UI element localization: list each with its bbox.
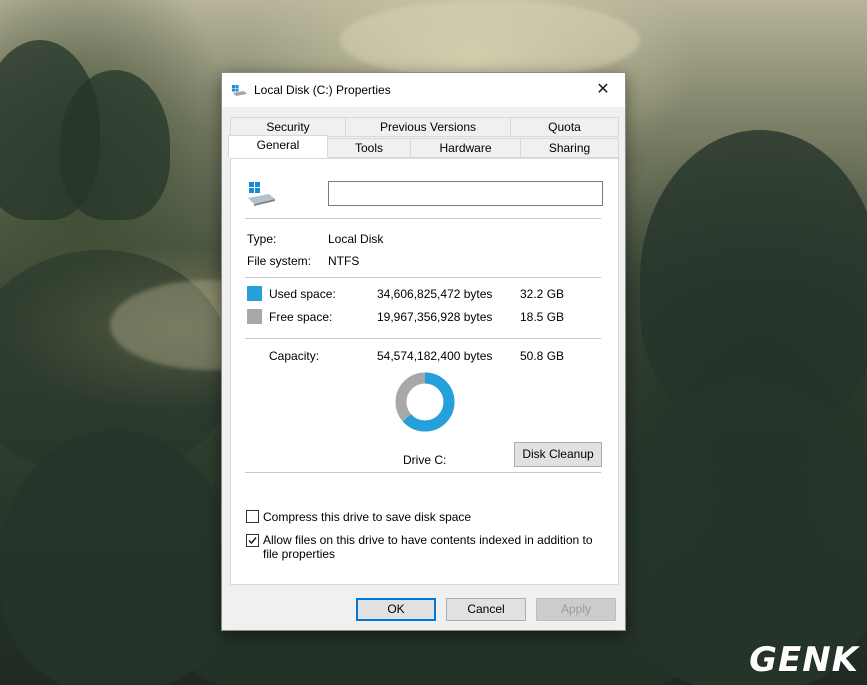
capacity-size: 50.8 GB <box>520 349 565 363</box>
tab-label: Tools <box>354 141 383 155</box>
close-button[interactable]: ✕ <box>581 73 625 107</box>
volume-label-input[interactable] <box>328 181 603 206</box>
file-system-value: NTFS <box>328 254 360 268</box>
checkmark-icon <box>248 537 257 545</box>
index-label-line1: Allow files on this drive to have conten… <box>263 533 593 547</box>
tab-previous-versions[interactable]: Previous Versions <box>345 117 511 137</box>
window-title: Local Disk (C:) Properties <box>254 83 391 97</box>
divider <box>245 472 601 473</box>
general-tab-panel: Type: Local Disk File system: NTFS Used … <box>230 158 619 585</box>
free-space-size: 18.5 GB <box>520 310 565 324</box>
close-icon: ✕ <box>596 81 610 98</box>
free-space-bytes: 19,967,356,928 bytes <box>377 310 493 324</box>
used-space-swatch <box>247 286 262 301</box>
disk-cleanup-button[interactable]: Disk Cleanup <box>514 442 602 467</box>
used-space-label: Used space: <box>269 287 336 301</box>
drive-caption: Drive C: <box>403 453 447 467</box>
cancel-button[interactable]: Cancel <box>446 598 526 621</box>
file-system-label: File system: <box>247 254 312 268</box>
ok-button[interactable]: OK <box>356 598 436 621</box>
ok-label: OK <box>387 602 405 616</box>
tab-label: Previous Versions <box>379 120 477 134</box>
compress-checkbox[interactable] <box>246 510 259 523</box>
type-value: Local Disk <box>328 232 384 246</box>
apply-button[interactable]: Apply <box>536 598 616 621</box>
tab-tools[interactable]: Tools <box>327 138 411 158</box>
index-checkbox[interactable] <box>246 534 259 547</box>
capacity-bytes: 54,574,182,400 bytes <box>377 349 493 363</box>
apply-label: Apply <box>560 602 592 616</box>
divider <box>245 277 601 278</box>
tab-hardware[interactable]: Hardware <box>410 138 521 158</box>
type-label: Type: <box>247 232 277 246</box>
divider <box>245 338 601 339</box>
windows-drive-icon <box>247 181 275 206</box>
capacity-label: Capacity: <box>269 349 320 363</box>
divider <box>245 218 601 219</box>
free-space-label: Free space: <box>269 310 333 324</box>
compress-label: Compress this drive to save disk space <box>263 510 472 524</box>
free-space-swatch <box>247 309 262 324</box>
tab-label: Sharing <box>548 141 591 155</box>
used-space-size: 32.2 GB <box>520 287 565 301</box>
tab-label: Quota <box>548 120 581 134</box>
tab-quota[interactable]: Quota <box>510 117 619 137</box>
cancel-label: Cancel <box>467 602 505 616</box>
index-label-line2: file properties <box>263 547 336 561</box>
drive-icon <box>232 85 247 96</box>
properties-dialog: Local Disk (C:) Properties ✕ Security Pr… <box>221 72 626 631</box>
used-space-bytes: 34,606,825,472 bytes <box>377 287 493 301</box>
tab-general[interactable]: General <box>228 135 328 158</box>
tab-security[interactable]: Security <box>230 117 346 137</box>
title-bar[interactable]: Local Disk (C:) Properties ✕ <box>222 73 625 107</box>
tab-label: General <box>256 138 300 152</box>
tab-sharing[interactable]: Sharing <box>520 138 619 158</box>
tab-label: Security <box>266 120 310 134</box>
disk-cleanup-label: Disk Cleanup <box>522 447 594 461</box>
disk-usage-donut <box>395 372 455 432</box>
tab-label: Hardware <box>439 141 492 155</box>
genk-watermark-logo: GENK <box>749 640 859 680</box>
